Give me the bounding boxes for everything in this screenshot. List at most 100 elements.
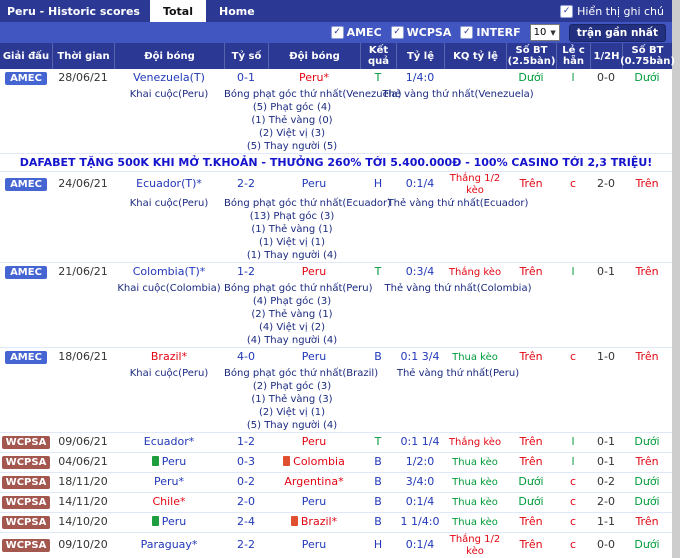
home-team[interactable]: Brazil* [114, 350, 224, 365]
match-note-stat-row: (1) Thẻ vàng (3) [0, 393, 672, 406]
away-team[interactable]: Peru [268, 177, 360, 192]
recent-count-value: 10 [534, 27, 547, 38]
checkbox-checked-icon[interactable]: ✓ [460, 26, 473, 39]
league-filter-wcpsa[interactable]: ✓ WCPSA [391, 26, 452, 39]
match-score: 0-1 [224, 71, 268, 86]
note-first-yellow: Thẻ vàng thứ nhất(Ecuador) [360, 197, 556, 210]
checkbox-checked-icon[interactable]: ✓ [391, 26, 404, 39]
team-name[interactable]: Paraguay* [141, 538, 198, 551]
column-header: 1/2H [590, 43, 622, 69]
team-name[interactable]: Argentina* [284, 475, 343, 488]
home-team[interactable]: Paraguay* [114, 538, 224, 553]
note-stat: (5) Thay người (4) [224, 419, 360, 432]
away-team[interactable]: Brazil* [268, 515, 360, 530]
home-team[interactable]: Ecuador* [114, 435, 224, 450]
match-notes-header: Khai cuộc(Colombia)Bóng phạt góc thứ nhấ… [0, 282, 672, 295]
team-name[interactable]: Colombia(T)* [133, 265, 206, 278]
match-note-stat-row: (1) Thay người (4) [0, 249, 672, 262]
result-letter: B [360, 475, 396, 490]
away-team[interactable]: Peru [268, 538, 360, 553]
team-name[interactable]: Peru [162, 455, 187, 468]
away-team[interactable]: Peru* [268, 71, 360, 86]
league-cell: WCPSA [0, 475, 52, 491]
match-note-stat-row: (4) Phạt góc (3) [0, 295, 672, 308]
home-team[interactable]: Peru [114, 515, 224, 530]
checkbox-checked-icon[interactable]: ✓ [331, 26, 344, 39]
team-name[interactable]: Brazil* [301, 515, 337, 528]
note-kickoff: Khai cuộc(Peru) [114, 88, 224, 101]
home-team[interactable]: Chile* [114, 495, 224, 510]
league-badge: AMEC [5, 266, 47, 280]
note-stat: (4) Thay người (4) [224, 334, 360, 347]
note-first-yellow: Thẻ vàng thứ nhất(Venezuela) [360, 88, 556, 101]
away-team[interactable]: Peru [268, 265, 360, 280]
tab-total[interactable]: Total [150, 0, 206, 22]
match-notes-header: Khai cuộc(Peru)Bóng phạt góc thứ nhất(Ve… [0, 88, 672, 101]
over-under-0-75: Trên [622, 177, 672, 192]
team-name[interactable]: Brazil* [151, 350, 187, 363]
away-team[interactable]: Argentina* [268, 475, 360, 490]
league-filter-label: AMEC [347, 26, 382, 39]
match-score: 2-4 [224, 515, 268, 530]
team-name[interactable]: Peru [302, 265, 327, 278]
over-under-2-5: Dưới [506, 71, 556, 86]
over-under-2-5: Trên [506, 435, 556, 450]
match-note-stat-row: (4) Thay người (4) [0, 334, 672, 347]
home-team[interactable]: Colombia(T)* [114, 265, 224, 280]
show-notes-toggle[interactable]: ✓ Hiển thị ghi chú [560, 0, 672, 22]
league-filter-amec[interactable]: ✓ AMEC [331, 26, 382, 39]
odd-even: l [556, 265, 590, 280]
team-name[interactable]: Peru [302, 538, 327, 551]
over-under-0-75: Trên [622, 455, 672, 470]
team-name[interactable]: Ecuador* [144, 435, 194, 448]
home-team[interactable]: Peru* [114, 475, 224, 490]
away-team[interactable]: Peru [268, 435, 360, 450]
match-note-stat-row: (1) Thẻ vàng (0) [0, 114, 672, 127]
match-date: 14/11/20 [52, 495, 114, 510]
away-team[interactable]: Peru [268, 350, 360, 365]
result-letter: T [360, 265, 396, 280]
note-stat: (4) Phạt góc (3) [224, 295, 360, 308]
match-date: 04/06/21 [52, 455, 114, 470]
match-row: AMEC21/06/21Colombia(T)*1-2PeruT0:3/4Thắ… [0, 262, 672, 282]
league-filter-interf[interactable]: ✓ INTERF [460, 26, 520, 39]
match-score: 1-2 [224, 435, 268, 450]
match-row: AMEC28/06/21Venezuela(T)0-1Peru*T1/4:0Dư… [0, 69, 672, 88]
team-name[interactable]: Peru [302, 495, 327, 508]
match-note-stat-row: (2) Thẻ vàng (1) [0, 308, 672, 321]
over-under-0-75: Dưới [622, 538, 672, 553]
team-name[interactable]: Peru* [299, 71, 329, 84]
home-team[interactable]: Venezuela(T) [114, 71, 224, 86]
team-name[interactable]: Chile* [152, 495, 185, 508]
handicap-odds: 3/4:0 [396, 475, 444, 490]
checkbox-checked-icon[interactable]: ✓ [560, 5, 573, 18]
ad-banner[interactable]: DAFABET TẶNG 500K KHI MỞ T.KHOẢN - THƯỞN… [0, 153, 672, 171]
league-badge: WCPSA [2, 476, 51, 490]
note-first-corner: Bóng phạt góc thứ nhất(Venezuela) [224, 88, 360, 101]
match-note-stat-row: (1) Thẻ vàng (1) [0, 223, 672, 236]
halftime-score: 2-0 [590, 177, 622, 192]
away-team[interactable]: Peru [268, 495, 360, 510]
league-badge: WCPSA [2, 436, 51, 450]
match-row: AMEC24/06/21Ecuador(T)*2-2PeruH0:1/4Thắn… [0, 171, 672, 197]
away-team[interactable]: Colombia [268, 455, 360, 470]
over-under-2-5: Trên [506, 177, 556, 192]
team-name[interactable]: Venezuela(T) [133, 71, 205, 84]
team-name[interactable]: Peru [162, 515, 187, 528]
odd-even: c [556, 350, 590, 365]
match-row: AMEC18/06/21Brazil*4-0PeruB0:1 3/4Thua k… [0, 347, 672, 367]
team-name[interactable]: Peru [302, 350, 327, 363]
match-note-stat-row: (5) Thay người (5) [0, 140, 672, 153]
team-name[interactable]: Peru [302, 177, 327, 190]
match-date: 24/06/21 [52, 177, 114, 192]
handicap-odds: 0:1/4 [396, 495, 444, 510]
team-name[interactable]: Colombia [293, 455, 345, 468]
team-name[interactable]: Peru* [154, 475, 184, 488]
handicap-odds: 0:1 1/4 [396, 435, 444, 450]
tab-home[interactable]: Home [206, 0, 268, 22]
home-team[interactable]: Peru [114, 455, 224, 470]
team-name[interactable]: Peru [302, 435, 327, 448]
team-name[interactable]: Ecuador(T)* [136, 177, 202, 190]
home-team[interactable]: Ecuador(T)* [114, 177, 224, 192]
recent-count-select[interactable]: 10 ▼ [530, 24, 560, 41]
